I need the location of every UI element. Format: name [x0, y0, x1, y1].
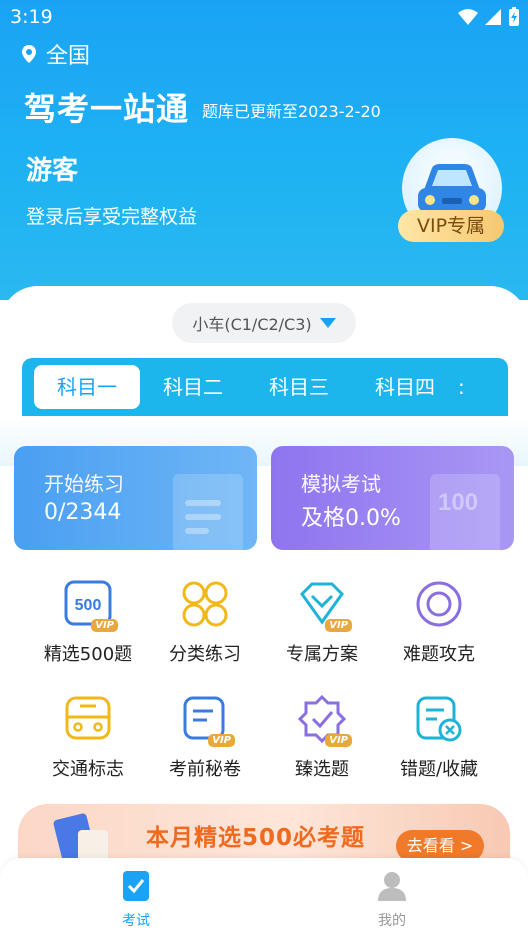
grid-label: 难题攻克: [403, 644, 475, 665]
exam-nav-icon: [123, 871, 149, 901]
vip-tag: VIP: [325, 619, 352, 632]
tab-subject-4[interactable]: 科目四: [352, 365, 458, 409]
banner-title: 本月精选500必考题: [146, 825, 366, 851]
grid-label: 分类练习: [169, 644, 241, 665]
wifi-icon: [458, 9, 478, 25]
wrong-favorites-icon: [415, 695, 463, 743]
dropdown-triangle-icon: [319, 318, 336, 328]
tab-overflow-hint: :: [458, 375, 465, 399]
vip-tag: VIP: [208, 734, 235, 747]
diamond-vip-icon: VIP: [298, 580, 352, 632]
grid-label: 考前秘卷: [169, 759, 241, 780]
nav-exam-label: 考试: [122, 913, 150, 929]
practice-title: 开始练习: [44, 472, 124, 496]
grid-item-hard-questions[interactable]: 难题攻克: [380, 580, 498, 680]
mock-exam-card[interactable]: 100 模拟考试 及格0.0%: [271, 446, 514, 550]
document-icon: [173, 474, 243, 550]
vip-badge[interactable]: VIP专属: [398, 210, 504, 242]
status-time: 3:19: [10, 6, 53, 28]
exam-title: 模拟考试: [301, 472, 381, 496]
exam-pass-rate: 及格0.0%: [301, 506, 401, 531]
grid-item-category[interactable]: 分类练习: [146, 580, 264, 680]
secret-paper-icon: VIP: [181, 695, 235, 747]
grid-item-premium-questions[interactable]: VIP 臻选题: [263, 694, 381, 795]
grid-label: 错题/收藏: [399, 759, 479, 780]
user-icon: [378, 872, 406, 901]
location-selector[interactable]: 全国: [22, 38, 90, 70]
badge-check-icon: VIP: [297, 694, 352, 747]
tab-subject-2[interactable]: 科目二: [140, 365, 246, 409]
vip-500-icon: 500 VIP: [64, 580, 118, 632]
grid-item-wrong-favorites[interactable]: 错题/收藏: [380, 695, 498, 795]
signal-icon: [485, 9, 501, 25]
grid-label: 臻选题: [295, 759, 349, 780]
bus-icon: [64, 695, 112, 743]
start-practice-card[interactable]: 开始练习 0/2344: [14, 446, 257, 550]
nav-exam[interactable]: 考试: [96, 870, 176, 930]
grid-label: 专属方案: [286, 644, 358, 665]
vehicle-type-label: 小车(C1/C2/C3): [192, 315, 312, 334]
grid-item-traffic-signs[interactable]: 交通标志: [29, 695, 147, 795]
grid-label: 交通标志: [52, 759, 124, 780]
exam-paper-score: 100: [438, 489, 478, 516]
category-icon: [181, 580, 229, 628]
vehicle-type-dropdown[interactable]: 小车(C1/C2/C3): [172, 303, 356, 343]
nav-profile-label: 我的: [378, 913, 406, 929]
vip-tag: VIP: [325, 734, 352, 747]
nav-profile[interactable]: 我的: [352, 870, 432, 930]
login-hint[interactable]: 登录后享受完整权益: [26, 202, 197, 229]
grid-item-exclusive-plan[interactable]: VIP 专属方案: [263, 580, 381, 680]
guest-name[interactable]: 游客: [26, 150, 78, 187]
grid-label: 精选500题: [43, 644, 133, 665]
practice-progress: 0/2344: [44, 500, 122, 525]
location-pin-icon: [22, 45, 36, 63]
exam-paper-icon: 100: [430, 474, 500, 550]
grid-item-selected-500[interactable]: 500 VIP 精选500题: [29, 580, 147, 680]
bottom-nav: 考试 我的: [0, 858, 528, 940]
app-title: 驾考一站通: [24, 90, 190, 128]
icon-500-label: 500: [75, 597, 102, 614]
update-note: 题库已更新至2023-2-20: [202, 102, 381, 121]
status-icons: [458, 7, 520, 27]
tab-subject-3[interactable]: 科目三: [246, 365, 352, 409]
target-icon: [415, 580, 463, 628]
subject-tabs: 科目一 科目二 科目三 科目四 :: [22, 358, 508, 416]
vip-tag: VIP: [91, 619, 118, 632]
grid-item-pre-exam-paper[interactable]: VIP 考前秘卷: [146, 695, 264, 795]
status-bar: 3:19: [0, 0, 528, 36]
tab-subject-1[interactable]: 科目一: [34, 365, 140, 409]
location-label: 全国: [46, 44, 91, 69]
battery-icon: [509, 7, 519, 26]
